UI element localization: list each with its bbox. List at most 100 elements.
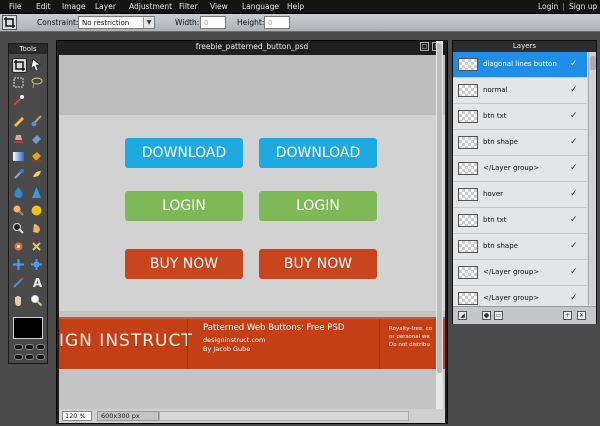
crop-tool-indicator[interactable] bbox=[2, 15, 17, 30]
credit-banner: IGN INSTRUCT Patterned Web Buttons: Free… bbox=[59, 317, 445, 369]
horizontal-scrollbar[interactable] bbox=[159, 411, 409, 421]
layer-name: btn txt bbox=[483, 216, 507, 224]
brush-preset-1[interactable] bbox=[14, 344, 23, 350]
zoom-field[interactable]: 120 % bbox=[62, 411, 92, 421]
banner-author: By Jacob Gube bbox=[203, 345, 251, 353]
layer-row[interactable]: </Layer group> ✓ bbox=[453, 156, 587, 182]
signup-link[interactable]: Sign up bbox=[569, 2, 597, 11]
layer-row[interactable]: btn shape ✓ bbox=[453, 234, 587, 260]
buy-now-button-normal: BUY NOW bbox=[125, 249, 243, 279]
menu-file[interactable]: File bbox=[9, 2, 22, 11]
dodge-icon[interactable] bbox=[12, 204, 27, 219]
blur-icon[interactable] bbox=[12, 186, 27, 201]
paint-bucket-icon[interactable] bbox=[30, 150, 45, 165]
banner-license-1: Royalty-free, co bbox=[389, 326, 433, 332]
layers-scrollbar[interactable] bbox=[588, 52, 596, 305]
width-field[interactable]: 0 bbox=[200, 16, 226, 29]
banner-divider-2 bbox=[379, 319, 380, 369]
layer-folder-icon[interactable]: ▭ bbox=[494, 311, 503, 320]
smudge-icon[interactable] bbox=[30, 168, 45, 183]
spot-heal-icon[interactable] bbox=[12, 240, 27, 255]
visibility-checkbox[interactable]: ✓ bbox=[570, 189, 580, 199]
layers-panel: Layers diagonal lines button ✓ normal ✓ btn … bbox=[452, 40, 597, 324]
pencil-icon[interactable] bbox=[12, 114, 27, 129]
visibility-checkbox[interactable]: ✓ bbox=[570, 215, 580, 225]
layer-thumbnail bbox=[458, 136, 478, 149]
sharpen-icon[interactable] bbox=[30, 186, 45, 201]
menu-help[interactable]: Help bbox=[287, 2, 304, 11]
menu-view[interactable]: View bbox=[210, 2, 228, 11]
gradient-icon[interactable] bbox=[12, 150, 27, 165]
bloat-icon[interactable] bbox=[30, 240, 45, 255]
visibility-checkbox[interactable]: ✓ bbox=[570, 137, 580, 147]
clone-stamp-icon[interactable] bbox=[12, 132, 27, 147]
chevron-down-icon: ▼ bbox=[143, 17, 154, 28]
visibility-checkbox[interactable]: ✓ bbox=[570, 163, 580, 173]
layer-row[interactable]: </Layer group> ✓ bbox=[453, 260, 587, 286]
visibility-checkbox[interactable]: ✓ bbox=[570, 241, 580, 251]
new-layer-icon[interactable]: + bbox=[563, 311, 572, 320]
constraint-select[interactable]: No restriction ▼ bbox=[78, 16, 155, 29]
brush-preset-5[interactable] bbox=[25, 354, 34, 360]
height-field[interactable]: 0 bbox=[264, 16, 290, 29]
image-canvas[interactable]: DOWNLOAD DOWNLOAD LOGIN LOGIN BUY NOW BU… bbox=[59, 55, 445, 409]
red-eye-icon[interactable] bbox=[12, 222, 27, 237]
image-size: 600x300 px bbox=[97, 411, 159, 421]
layer-row[interactable]: diagonal lines button ✓ bbox=[453, 52, 587, 78]
layers-scroll-thumb[interactable] bbox=[590, 56, 596, 70]
visibility-checkbox[interactable]: ✓ bbox=[570, 293, 580, 303]
foreground-color-swatch[interactable] bbox=[13, 317, 43, 339]
banner-brand: IGN INSTRUCT bbox=[59, 331, 193, 351]
menu-adjustment[interactable]: Adjustment bbox=[129, 2, 172, 11]
crop-icon bbox=[4, 17, 15, 28]
brush-preset-4[interactable] bbox=[14, 354, 23, 360]
layer-mask-icon[interactable]: ● bbox=[482, 311, 491, 320]
menu-layer[interactable]: Layer bbox=[95, 2, 116, 11]
menu-edit[interactable]: Edit bbox=[36, 2, 51, 11]
brush-preset-2[interactable] bbox=[25, 344, 34, 350]
drawing-icon[interactable] bbox=[30, 258, 45, 273]
menu-filter[interactable]: Filter bbox=[179, 2, 198, 11]
visibility-checkbox[interactable]: ✓ bbox=[570, 267, 580, 277]
width-label: Width: bbox=[175, 18, 200, 27]
layer-row[interactable]: btn txt ✓ bbox=[453, 208, 587, 234]
brush-icon[interactable] bbox=[30, 114, 45, 129]
zoom-icon[interactable] bbox=[30, 294, 45, 309]
scrollbar-thumb[interactable] bbox=[437, 43, 442, 373]
move-icon[interactable] bbox=[30, 58, 45, 73]
layer-row[interactable]: btn txt ✓ bbox=[453, 104, 587, 130]
constraint-value: No restriction bbox=[82, 19, 130, 27]
sponge-icon[interactable] bbox=[30, 204, 45, 219]
delete-layer-icon[interactable]: ✕ bbox=[577, 311, 586, 320]
layer-name: btn txt bbox=[483, 112, 507, 120]
crop-icon[interactable] bbox=[12, 58, 27, 73]
marquee-icon[interactable] bbox=[12, 76, 27, 91]
banner-site: designinstruct.com bbox=[203, 336, 266, 344]
hand-icon[interactable] bbox=[12, 294, 27, 309]
brush-preset-6[interactable] bbox=[36, 354, 45, 360]
menu-image[interactable]: Image bbox=[62, 2, 86, 11]
layer-thumbnail bbox=[458, 266, 478, 279]
layer-name: </Layer group> bbox=[483, 164, 540, 172]
pinch-icon[interactable] bbox=[12, 258, 27, 273]
layer-row[interactable]: normal ✓ bbox=[453, 78, 587, 104]
login-link[interactable]: Login bbox=[538, 2, 558, 11]
brush-preset-3[interactable] bbox=[36, 344, 45, 350]
replace-color-icon[interactable] bbox=[12, 276, 27, 291]
visibility-checkbox[interactable]: ✓ bbox=[570, 59, 580, 69]
banner-license-2: or personal we bbox=[389, 334, 430, 340]
burn-icon[interactable] bbox=[30, 222, 45, 237]
layer-row[interactable]: hover ✓ bbox=[453, 182, 587, 208]
magic-wand-icon[interactable] bbox=[12, 94, 27, 109]
color-picker-icon[interactable] bbox=[12, 168, 27, 183]
menu-language[interactable]: Language bbox=[242, 2, 279, 11]
visibility-checkbox[interactable]: ✓ bbox=[570, 111, 580, 121]
visibility-checkbox[interactable]: ✓ bbox=[570, 85, 580, 95]
eraser-icon[interactable] bbox=[30, 132, 45, 147]
lasso-icon[interactable] bbox=[30, 76, 45, 91]
layer-properties-icon[interactable]: ◢ bbox=[458, 311, 467, 320]
vertical-scrollbar[interactable] bbox=[436, 41, 443, 411]
layer-row[interactable]: btn shape ✓ bbox=[453, 130, 587, 156]
maximize-icon[interactable]: □ bbox=[420, 42, 429, 51]
text-icon[interactable]: A bbox=[30, 276, 45, 291]
